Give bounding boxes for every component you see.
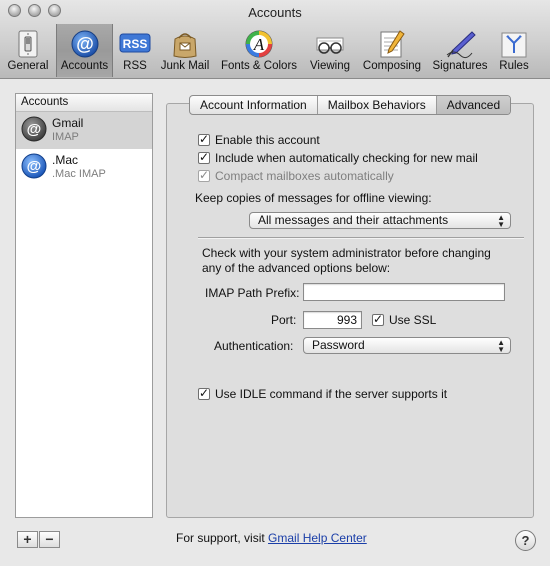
port-label: Port: — [271, 313, 297, 327]
mail-preferences-window: Accounts General @ Accounts RSS RSS Junk… — [0, 0, 550, 566]
port-field[interactable]: 993 — [303, 311, 362, 329]
separator — [198, 237, 524, 239]
compact-mailboxes-checkbox — [198, 168, 210, 182]
account-name: Gmail — [52, 116, 84, 130]
toolbar-viewing[interactable]: Viewing — [305, 24, 355, 77]
svg-text:RSS: RSS — [123, 37, 148, 51]
svg-text:@: @ — [27, 121, 42, 138]
gmail-account-icon: @ — [21, 116, 47, 142]
authentication-value: Password — [312, 338, 365, 352]
fountain-pen-icon — [444, 29, 476, 59]
add-account-button[interactable]: + — [17, 531, 38, 548]
authentication-popup[interactable]: Password ▲ ▼ — [303, 337, 511, 354]
toolbar-signatures[interactable]: Signatures — [429, 24, 491, 77]
toolbar-rules[interactable]: Rules — [493, 24, 535, 77]
window-title: Accounts — [248, 5, 302, 20]
use-idle-checkbox[interactable] — [198, 386, 210, 400]
enable-account-row[interactable]: Enable this account — [198, 132, 320, 148]
support-prefix: For support, visit — [176, 531, 265, 545]
junk-bag-icon — [169, 29, 201, 59]
admin-note-line-2: any of the advanced options below: — [202, 261, 391, 275]
keep-copies-popup[interactable]: All messages and their attachments ▲ ▼ — [249, 212, 511, 229]
accounts-list-header: Accounts — [16, 94, 152, 112]
help-button[interactable]: ? — [515, 530, 536, 551]
enable-account-checkbox[interactable] — [198, 132, 210, 146]
gmail-help-center-link[interactable]: Gmail Help Center — [268, 531, 367, 545]
remove-account-button[interactable]: − — [39, 531, 60, 548]
mac-account-icon: @ — [21, 153, 47, 179]
account-tabs: Account Information Mailbox Behaviors Ad… — [189, 95, 512, 115]
use-ssl-checkbox[interactable] — [372, 312, 384, 326]
title-bar: Accounts General @ Accounts RSS RSS Junk… — [0, 0, 550, 79]
tab-advanced[interactable]: Advanced — [436, 96, 511, 114]
account-type: IMAP — [52, 131, 79, 143]
authentication-label: Authentication: — [214, 339, 294, 353]
include-checking-row[interactable]: Include when automatically checking for … — [198, 150, 478, 166]
tab-account-information[interactable]: Account Information — [190, 96, 318, 114]
use-ssl-label: Use SSL — [389, 313, 437, 327]
popup-arrows-icon: ▲ ▼ — [497, 213, 505, 229]
toolbar-fonts-colors[interactable]: A Fonts & Colors — [215, 24, 303, 77]
compact-mailboxes-row: Compact mailboxes automatically — [198, 168, 394, 184]
admin-note-line-1: Check with your system administrator bef… — [202, 246, 491, 260]
enable-account-label: Enable this account — [215, 133, 320, 147]
toolbar-rss[interactable]: RSS RSS — [115, 24, 155, 77]
svg-text:@: @ — [27, 158, 42, 175]
rss-icon: RSS — [119, 29, 151, 59]
keep-copies-value: All messages and their attachments — [258, 213, 449, 227]
toolbar-junk-mail[interactable]: Junk Mail — [157, 24, 213, 77]
fonts-colors-icon: A — [243, 29, 275, 59]
light-switch-icon — [12, 29, 44, 59]
toolbar-composing[interactable]: Composing — [357, 24, 427, 77]
support-text: For support, visit Gmail Help Center — [176, 531, 367, 545]
preferences-toolbar: General @ Accounts RSS RSS Junk Mail A F… — [0, 24, 550, 78]
account-type: .Mac IMAP — [52, 168, 106, 180]
tab-mailbox-behaviors[interactable]: Mailbox Behaviors — [318, 96, 437, 114]
compact-mailboxes-label: Compact mailboxes automatically — [215, 169, 394, 183]
rules-arrows-icon — [498, 29, 530, 59]
account-item-mac[interactable]: @ .Mac .Mac IMAP — [16, 149, 152, 186]
at-sign-icon: @ — [69, 29, 101, 59]
toolbar-accounts[interactable]: @ Accounts — [56, 24, 113, 77]
svg-text:A: A — [253, 35, 265, 54]
include-checking-checkbox[interactable] — [198, 150, 210, 164]
imap-path-prefix-field[interactable] — [303, 283, 505, 301]
imap-path-prefix-label: IMAP Path Prefix: — [205, 286, 300, 300]
pencil-notepad-icon — [376, 29, 408, 59]
glasses-icon — [314, 29, 346, 59]
popup-arrows-icon: ▲ ▼ — [497, 338, 505, 354]
toolbar-general[interactable]: General — [4, 24, 52, 77]
account-name: .Mac — [52, 153, 79, 167]
use-ssl-row[interactable]: Use SSL — [372, 312, 436, 328]
account-item-gmail[interactable]: @ Gmail IMAP — [16, 112, 152, 149]
accounts-list: Accounts @ Gmail IMAP @ .Mac .Mac IMAP — [15, 93, 153, 518]
svg-text:@: @ — [76, 34, 94, 54]
include-checking-label: Include when automatically checking for … — [215, 151, 478, 165]
use-idle-label: Use IDLE command if the server supports … — [215, 387, 448, 401]
keep-copies-label: Keep copies of messages for offline view… — [195, 191, 432, 205]
use-idle-row[interactable]: Use IDLE command if the server supports … — [198, 386, 447, 402]
